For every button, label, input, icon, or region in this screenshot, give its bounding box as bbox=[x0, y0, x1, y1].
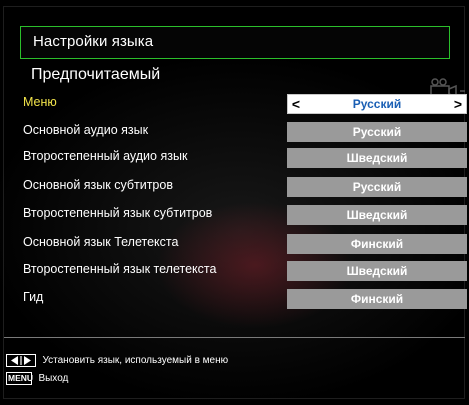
page-title: Настройки языка bbox=[33, 33, 154, 50]
section-title: Предпочитаемый bbox=[31, 66, 161, 83]
menu-key-icon: MENU bbox=[6, 372, 34, 385]
row-value: Русский bbox=[352, 97, 402, 111]
guide-language-row[interactable]: Гид Финский bbox=[23, 287, 469, 309]
menu-language-row[interactable]: Меню < Русский > bbox=[23, 92, 469, 114]
row-value[interactable]: Русский bbox=[287, 177, 467, 197]
row-value[interactable]: Шведский bbox=[287, 261, 467, 281]
hint-text: Выход bbox=[38, 373, 69, 384]
primary-subtitle-language-row[interactable]: Основной язык субтитров Русский bbox=[23, 175, 469, 197]
title-bar: Настройки языка bbox=[20, 26, 450, 59]
row-label: Второстепенный язык субтитров bbox=[23, 206, 213, 220]
hint-text: Установить язык, используемый в меню bbox=[42, 355, 229, 366]
row-label: Второстепенный язык телетекста bbox=[23, 262, 217, 276]
secondary-subtitle-language-row[interactable]: Второстепенный язык субтитров Шведский bbox=[23, 203, 469, 225]
arrow-right-icon[interactable]: > bbox=[451, 95, 465, 113]
row-label: Основной аудио язык bbox=[23, 123, 149, 137]
secondary-teletext-language-row[interactable]: Второстепенный язык телетекста Шведский bbox=[23, 259, 469, 281]
row-value[interactable]: Финский bbox=[287, 234, 467, 254]
row-value[interactable]: Шведский bbox=[287, 205, 467, 225]
primary-teletext-language-row[interactable]: Основной язык Телетекста Финский bbox=[23, 232, 469, 254]
footer-divider bbox=[4, 337, 465, 338]
menu-language-selector[interactable]: < Русский > bbox=[287, 94, 467, 114]
row-value[interactable]: Шведский bbox=[287, 148, 467, 168]
primary-audio-language-row[interactable]: Основной аудио язык Русский bbox=[23, 120, 469, 142]
hint-left-right: Установить язык, используемый в меню bbox=[6, 354, 228, 368]
row-value[interactable]: Финский bbox=[287, 289, 467, 309]
row-value[interactable]: Русский bbox=[287, 122, 467, 142]
row-label: Меню bbox=[23, 95, 57, 109]
row-label: Гид bbox=[23, 290, 44, 304]
arrow-left-icon[interactable]: < bbox=[289, 95, 303, 113]
row-label: Второстепенный аудио язык bbox=[23, 149, 188, 163]
hint-menu: MENU Выход bbox=[6, 372, 68, 386]
row-label: Основной язык Телетекста bbox=[23, 235, 179, 249]
row-label: Основной язык субтитров bbox=[23, 178, 173, 192]
secondary-audio-language-row[interactable]: Второстепенный аудио язык Шведский bbox=[23, 146, 469, 168]
left-right-keys-icon bbox=[6, 354, 36, 367]
language-settings-screen: Настройки языка Предпочитаемый Меню < Ру… bbox=[0, 0, 469, 405]
